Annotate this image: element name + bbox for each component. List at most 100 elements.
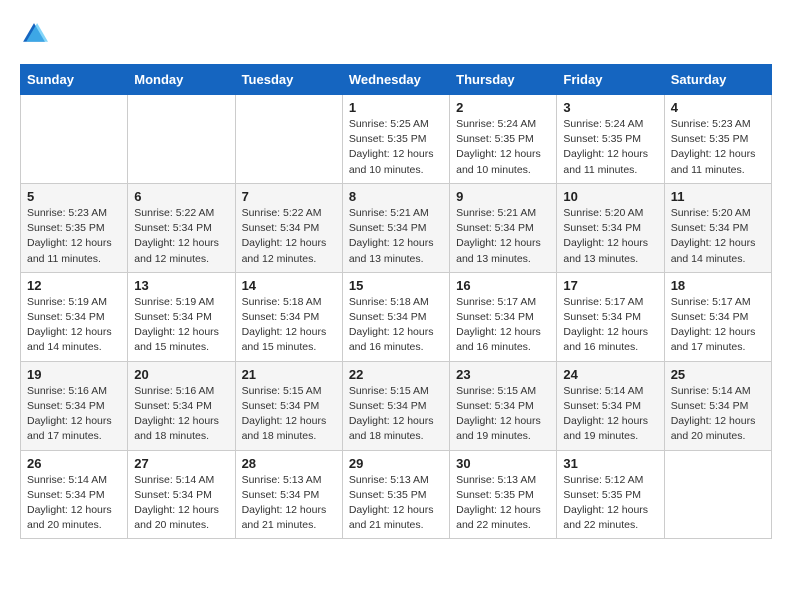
day-info: Sunrise: 5:22 AM Sunset: 5:34 PM Dayligh… [242, 206, 336, 267]
day-number: 6 [134, 189, 228, 204]
day-number: 10 [563, 189, 657, 204]
weekday-header-friday: Friday [557, 65, 664, 95]
day-info: Sunrise: 5:21 AM Sunset: 5:34 PM Dayligh… [456, 206, 550, 267]
day-info: Sunrise: 5:17 AM Sunset: 5:34 PM Dayligh… [456, 295, 550, 356]
day-number: 22 [349, 367, 443, 382]
calendar-cell: 20 Sunrise: 5:16 AM Sunset: 5:34 PM Dayli… [128, 361, 235, 450]
day-info: Sunrise: 5:20 AM Sunset: 5:34 PM Dayligh… [671, 206, 765, 267]
day-number: 19 [27, 367, 121, 382]
day-number: 3 [563, 100, 657, 115]
day-number: 25 [671, 367, 765, 382]
day-info: Sunrise: 5:25 AM Sunset: 5:35 PM Dayligh… [349, 117, 443, 178]
calendar-cell: 5 Sunrise: 5:23 AM Sunset: 5:35 PM Daylig… [21, 183, 128, 272]
day-info: Sunrise: 5:17 AM Sunset: 5:34 PM Dayligh… [563, 295, 657, 356]
calendar-cell [235, 95, 342, 184]
day-number: 1 [349, 100, 443, 115]
calendar-week-row: 12 Sunrise: 5:19 AM Sunset: 5:34 PM Dayli… [21, 272, 772, 361]
day-info: Sunrise: 5:16 AM Sunset: 5:34 PM Dayligh… [27, 384, 121, 445]
calendar-cell: 14Sunrise: 5:18 AM Sunset: 5:34 PM Dayli… [235, 272, 342, 361]
day-info: Sunrise: 5:24 AM Sunset: 5:35 PM Dayligh… [456, 117, 550, 178]
day-number: 15 [349, 278, 443, 293]
day-number: 31 [563, 456, 657, 471]
day-number: 8 [349, 189, 443, 204]
calendar-cell: 21Sunrise: 5:15 AM Sunset: 5:34 PM Dayli… [235, 361, 342, 450]
day-number: 2 [456, 100, 550, 115]
day-info: Sunrise: 5:15 AM Sunset: 5:34 PM Dayligh… [456, 384, 550, 445]
calendar-week-row: 26 Sunrise: 5:14 AM Sunset: 5:34 PM Dayli… [21, 450, 772, 539]
calendar-week-row: 19 Sunrise: 5:16 AM Sunset: 5:34 PM Dayli… [21, 361, 772, 450]
calendar-cell: 1 Sunrise: 5:25 AM Sunset: 5:35 PM Daylig… [342, 95, 449, 184]
day-info: Sunrise: 5:20 AM Sunset: 5:34 PM Dayligh… [563, 206, 657, 267]
day-info: Sunrise: 5:13 AM Sunset: 5:35 PM Dayligh… [456, 473, 550, 534]
day-info: Sunrise: 5:23 AM Sunset: 5:35 PM Dayligh… [27, 206, 121, 267]
day-number: 7 [242, 189, 336, 204]
calendar-cell: 25 Sunrise: 5:14 AM Sunset: 5:34 PM Dayli… [664, 361, 771, 450]
day-info: Sunrise: 5:14 AM Sunset: 5:34 PM Dayligh… [671, 384, 765, 445]
calendar-cell: 4Sunrise: 5:23 AM Sunset: 5:35 PM Daylig… [664, 95, 771, 184]
calendar-cell: 26 Sunrise: 5:14 AM Sunset: 5:34 PM Dayli… [21, 450, 128, 539]
calendar-cell: 18Sunrise: 5:17 AM Sunset: 5:34 PM Dayli… [664, 272, 771, 361]
calendar-header-row: SundayMondayTuesdayWednesdayThursdayFrid… [21, 65, 772, 95]
weekday-header-sunday: Sunday [21, 65, 128, 95]
weekday-header-monday: Monday [128, 65, 235, 95]
day-info: Sunrise: 5:21 AM Sunset: 5:34 PM Dayligh… [349, 206, 443, 267]
calendar-cell: 9 Sunrise: 5:21 AM Sunset: 5:34 PM Daylig… [450, 183, 557, 272]
calendar-cell: 7 Sunrise: 5:22 AM Sunset: 5:34 PM Daylig… [235, 183, 342, 272]
day-info: Sunrise: 5:19 AM Sunset: 5:34 PM Dayligh… [134, 295, 228, 356]
day-number: 17 [563, 278, 657, 293]
day-info: Sunrise: 5:19 AM Sunset: 5:34 PM Dayligh… [27, 295, 121, 356]
calendar-cell [21, 95, 128, 184]
calendar-cell: 30 Sunrise: 5:13 AM Sunset: 5:35 PM Dayli… [450, 450, 557, 539]
calendar-cell: 6 Sunrise: 5:22 AM Sunset: 5:34 PM Daylig… [128, 183, 235, 272]
calendar-cell: 24 Sunrise: 5:14 AM Sunset: 5:34 PM Dayli… [557, 361, 664, 450]
weekday-header-thursday: Thursday [450, 65, 557, 95]
logo-icon [20, 20, 48, 48]
day-number: 11 [671, 189, 765, 204]
logo [20, 20, 54, 48]
calendar-cell: 12 Sunrise: 5:19 AM Sunset: 5:34 PM Dayli… [21, 272, 128, 361]
calendar-cell: 27Sunrise: 5:14 AM Sunset: 5:34 PM Dayli… [128, 450, 235, 539]
calendar-cell: 11 Sunrise: 5:20 AM Sunset: 5:34 PM Dayli… [664, 183, 771, 272]
calendar-cell: 31 Sunrise: 5:12 AM Sunset: 5:35 PM Dayli… [557, 450, 664, 539]
day-info: Sunrise: 5:22 AM Sunset: 5:34 PM Dayligh… [134, 206, 228, 267]
calendar-cell: 13 Sunrise: 5:19 AM Sunset: 5:34 PM Dayli… [128, 272, 235, 361]
day-info: Sunrise: 5:17 AM Sunset: 5:34 PM Dayligh… [671, 295, 765, 356]
day-number: 16 [456, 278, 550, 293]
calendar-cell [128, 95, 235, 184]
calendar-table: SundayMondayTuesdayWednesdayThursdayFrid… [20, 64, 772, 539]
day-number: 13 [134, 278, 228, 293]
day-info: Sunrise: 5:13 AM Sunset: 5:35 PM Dayligh… [349, 473, 443, 534]
day-number: 30 [456, 456, 550, 471]
calendar-week-row: 5 Sunrise: 5:23 AM Sunset: 5:35 PM Daylig… [21, 183, 772, 272]
day-info: Sunrise: 5:12 AM Sunset: 5:35 PM Dayligh… [563, 473, 657, 534]
calendar-cell: 19 Sunrise: 5:16 AM Sunset: 5:34 PM Dayli… [21, 361, 128, 450]
day-info: Sunrise: 5:13 AM Sunset: 5:34 PM Dayligh… [242, 473, 336, 534]
day-number: 27 [134, 456, 228, 471]
day-number: 29 [349, 456, 443, 471]
weekday-header-tuesday: Tuesday [235, 65, 342, 95]
day-info: Sunrise: 5:24 AM Sunset: 5:35 PM Dayligh… [563, 117, 657, 178]
calendar-cell: 15 Sunrise: 5:18 AM Sunset: 5:34 PM Dayli… [342, 272, 449, 361]
weekday-header-wednesday: Wednesday [342, 65, 449, 95]
day-info: Sunrise: 5:14 AM Sunset: 5:34 PM Dayligh… [563, 384, 657, 445]
calendar-cell: 23Sunrise: 5:15 AM Sunset: 5:34 PM Dayli… [450, 361, 557, 450]
day-info: Sunrise: 5:18 AM Sunset: 5:34 PM Dayligh… [349, 295, 443, 356]
calendar-cell: 17 Sunrise: 5:17 AM Sunset: 5:34 PM Dayli… [557, 272, 664, 361]
day-number: 24 [563, 367, 657, 382]
day-number: 5 [27, 189, 121, 204]
calendar-cell: 28 Sunrise: 5:13 AM Sunset: 5:34 PM Dayli… [235, 450, 342, 539]
day-number: 12 [27, 278, 121, 293]
day-info: Sunrise: 5:14 AM Sunset: 5:34 PM Dayligh… [27, 473, 121, 534]
day-info: Sunrise: 5:18 AM Sunset: 5:34 PM Dayligh… [242, 295, 336, 356]
day-number: 28 [242, 456, 336, 471]
day-number: 26 [27, 456, 121, 471]
weekday-header-saturday: Saturday [664, 65, 771, 95]
day-number: 20 [134, 367, 228, 382]
day-number: 21 [242, 367, 336, 382]
calendar-cell: 29 Sunrise: 5:13 AM Sunset: 5:35 PM Dayli… [342, 450, 449, 539]
calendar-week-row: 1 Sunrise: 5:25 AM Sunset: 5:35 PM Daylig… [21, 95, 772, 184]
calendar-cell: 2 Sunrise: 5:24 AM Sunset: 5:35 PM Daylig… [450, 95, 557, 184]
day-number: 9 [456, 189, 550, 204]
day-info: Sunrise: 5:16 AM Sunset: 5:34 PM Dayligh… [134, 384, 228, 445]
day-info: Sunrise: 5:23 AM Sunset: 5:35 PM Dayligh… [671, 117, 765, 178]
